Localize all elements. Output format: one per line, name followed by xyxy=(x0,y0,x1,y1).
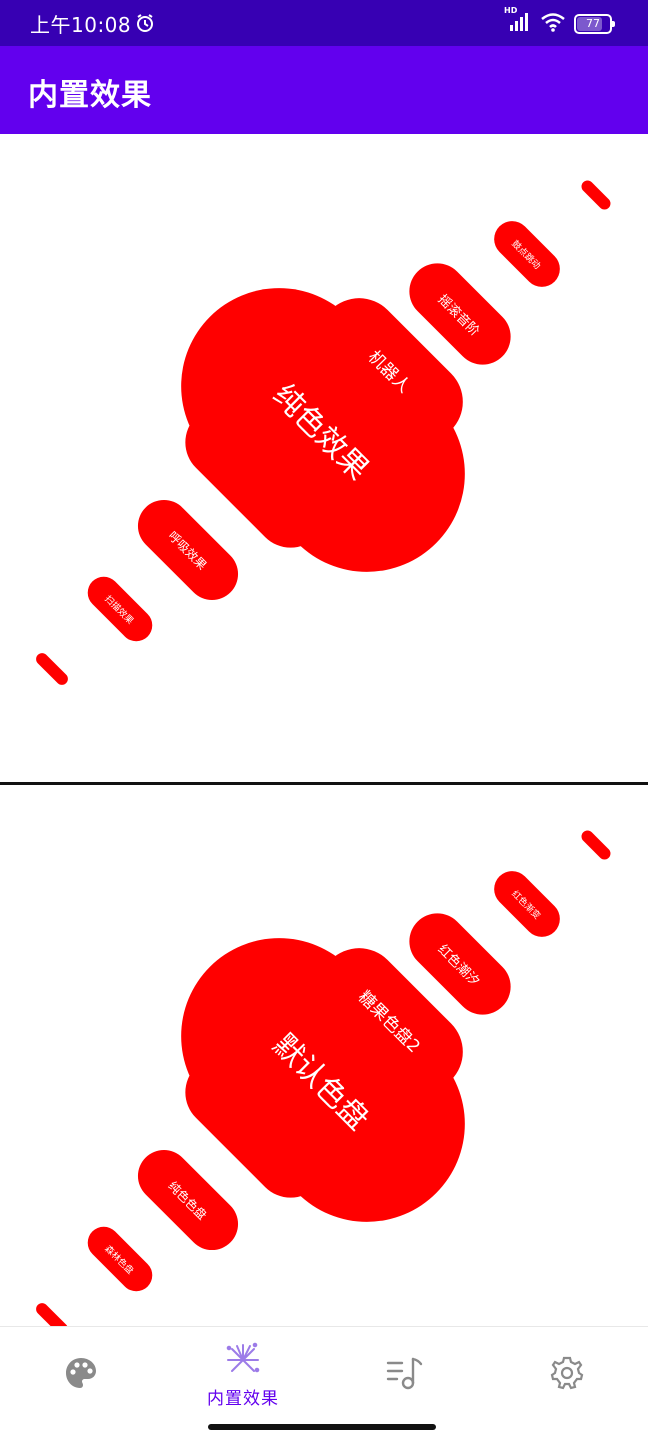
wheel-item[interactable]: 红色渐变 xyxy=(486,863,568,945)
wheel-item[interactable] xyxy=(579,178,613,212)
battery-level: 77 xyxy=(586,17,600,30)
gear-icon xyxy=(549,1355,585,1395)
effect-wheel[interactable]: 扫描效果呼吸效果闪烁效果纯色效果机器人摇滚音阶鼓点跳动 xyxy=(0,134,648,782)
nav-item-music[interactable] xyxy=(324,1327,486,1423)
wifi-icon xyxy=(540,12,566,36)
wheel-item[interactable]: 呼吸效果 xyxy=(127,489,249,611)
status-bar: 上午10:08 HD 77 xyxy=(0,0,648,46)
status-time: 上午10:08 xyxy=(30,13,132,37)
network-badge: HD xyxy=(504,6,518,15)
page-title: 内置效果 xyxy=(28,78,152,113)
signal-icon: HD xyxy=(504,6,532,36)
nav-item-palette[interactable] xyxy=(0,1327,162,1423)
wheel-item[interactable]: 森林色盘 xyxy=(81,1220,159,1298)
palette-icon xyxy=(63,1355,99,1395)
nav-label-builtin-effects: 内置效果 xyxy=(207,1388,279,1409)
wheel-item[interactable] xyxy=(579,828,613,862)
nav-item-settings[interactable] xyxy=(486,1327,648,1423)
palette-wheel[interactable]: 森林色盘纯色色盘随机循环默认色盘糖果色盘2红色潮汐红色渐变 xyxy=(0,786,648,1326)
alarm-icon xyxy=(135,13,155,37)
wheel-item[interactable]: 扫描效果 xyxy=(81,570,159,648)
wheel-item[interactable]: 鼓点跳动 xyxy=(486,213,568,295)
wheel-item[interactable] xyxy=(33,1300,71,1326)
wheel-item[interactable] xyxy=(33,650,71,688)
status-icons: HD 77 xyxy=(504,6,615,36)
nav-item-builtin-effects[interactable]: 内置效果 xyxy=(162,1327,324,1423)
music-list-icon xyxy=(385,1355,425,1395)
home-indicator xyxy=(208,1424,436,1430)
fireworks-icon xyxy=(225,1342,261,1382)
wheel-item[interactable]: 纯色色盘 xyxy=(127,1139,249,1261)
app-bar: 内置效果 xyxy=(0,46,648,134)
divider xyxy=(0,782,648,785)
battery-icon: 77 xyxy=(574,14,615,34)
